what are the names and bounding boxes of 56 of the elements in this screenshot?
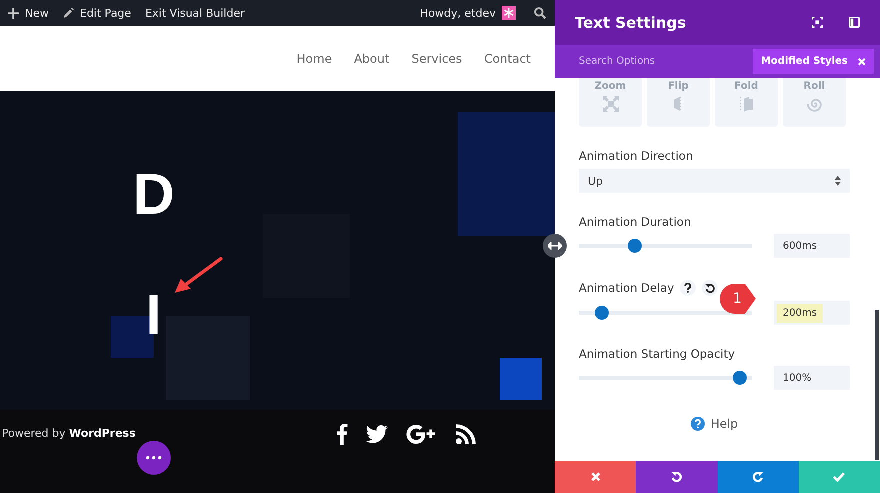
zoom-icon xyxy=(602,96,618,112)
callout-tooltip: 1 xyxy=(720,284,756,314)
google-plus-icon[interactable] xyxy=(406,424,438,445)
scrollbar[interactable] xyxy=(875,310,879,460)
twitter-icon[interactable] xyxy=(366,424,388,445)
nav-link[interactable]: Contact xyxy=(484,52,531,66)
slider-thumb[interactable] xyxy=(594,306,609,320)
checkmark-icon xyxy=(833,472,846,482)
heading-letter: I xyxy=(146,287,162,343)
undo-button[interactable] xyxy=(636,461,718,493)
more-options-button[interactable] xyxy=(137,441,171,475)
split-view-icon[interactable] xyxy=(849,17,860,28)
slider-thumb[interactable] xyxy=(628,239,642,253)
search-icon[interactable] xyxy=(534,6,547,20)
resize-arrows-icon xyxy=(548,242,562,250)
spiral-icon xyxy=(806,96,822,112)
field-label: Animation Delay xyxy=(579,281,674,295)
field-label: Animation Direction xyxy=(579,149,694,163)
direction-select[interactable]: Up xyxy=(579,169,850,193)
close-icon[interactable] xyxy=(858,58,866,66)
value-field[interactable]: 200ms xyxy=(774,301,850,325)
heading-letter: D xyxy=(133,166,175,224)
search-field[interactable]: Search Options xyxy=(579,56,754,67)
nav-link[interactable]: Services xyxy=(412,52,462,66)
rss-icon[interactable] xyxy=(456,424,476,445)
annotation-arrow xyxy=(175,257,223,295)
nav-link[interactable]: Home xyxy=(296,52,332,66)
avatar-icon xyxy=(502,6,516,20)
admin-bar-link[interactable]: New xyxy=(8,6,49,20)
decorative-square xyxy=(500,358,542,400)
plus-icon xyxy=(8,8,19,18)
panel-title: Text Settings xyxy=(575,14,688,32)
greeting-link[interactable]: Howdy, etdev xyxy=(420,6,496,20)
nav-link[interactable]: About xyxy=(354,52,390,66)
field-label: Animation Duration xyxy=(579,215,692,229)
fullscreen-icon[interactable] xyxy=(812,17,823,28)
value-field[interactable]: 100% xyxy=(774,366,850,390)
help-link[interactable]: Help xyxy=(579,417,850,431)
fold-icon xyxy=(738,96,754,112)
select-arrows-icon xyxy=(835,176,841,186)
redo-icon xyxy=(752,471,764,483)
help-icon xyxy=(690,417,705,431)
field-label: Animation Starting Opacity xyxy=(579,347,736,361)
reset-icon[interactable] xyxy=(702,280,718,296)
value-field[interactable]: 600ms xyxy=(774,234,850,258)
modified-styles-button[interactable]: Modified Styles xyxy=(753,49,874,74)
help-icon[interactable] xyxy=(680,280,696,296)
pencil-icon xyxy=(63,8,74,18)
slider-thumb[interactable] xyxy=(733,371,748,385)
dots-icon xyxy=(146,456,162,460)
close-icon xyxy=(590,472,601,482)
footer-credit: Powered by WordPress xyxy=(1,427,136,440)
admin-bar-link[interactable]: Edit Page xyxy=(63,6,132,20)
admin-bar-link[interactable]: Exit Visual Builder xyxy=(145,6,246,20)
undo-icon xyxy=(670,471,683,483)
facebook-icon[interactable] xyxy=(336,424,348,445)
